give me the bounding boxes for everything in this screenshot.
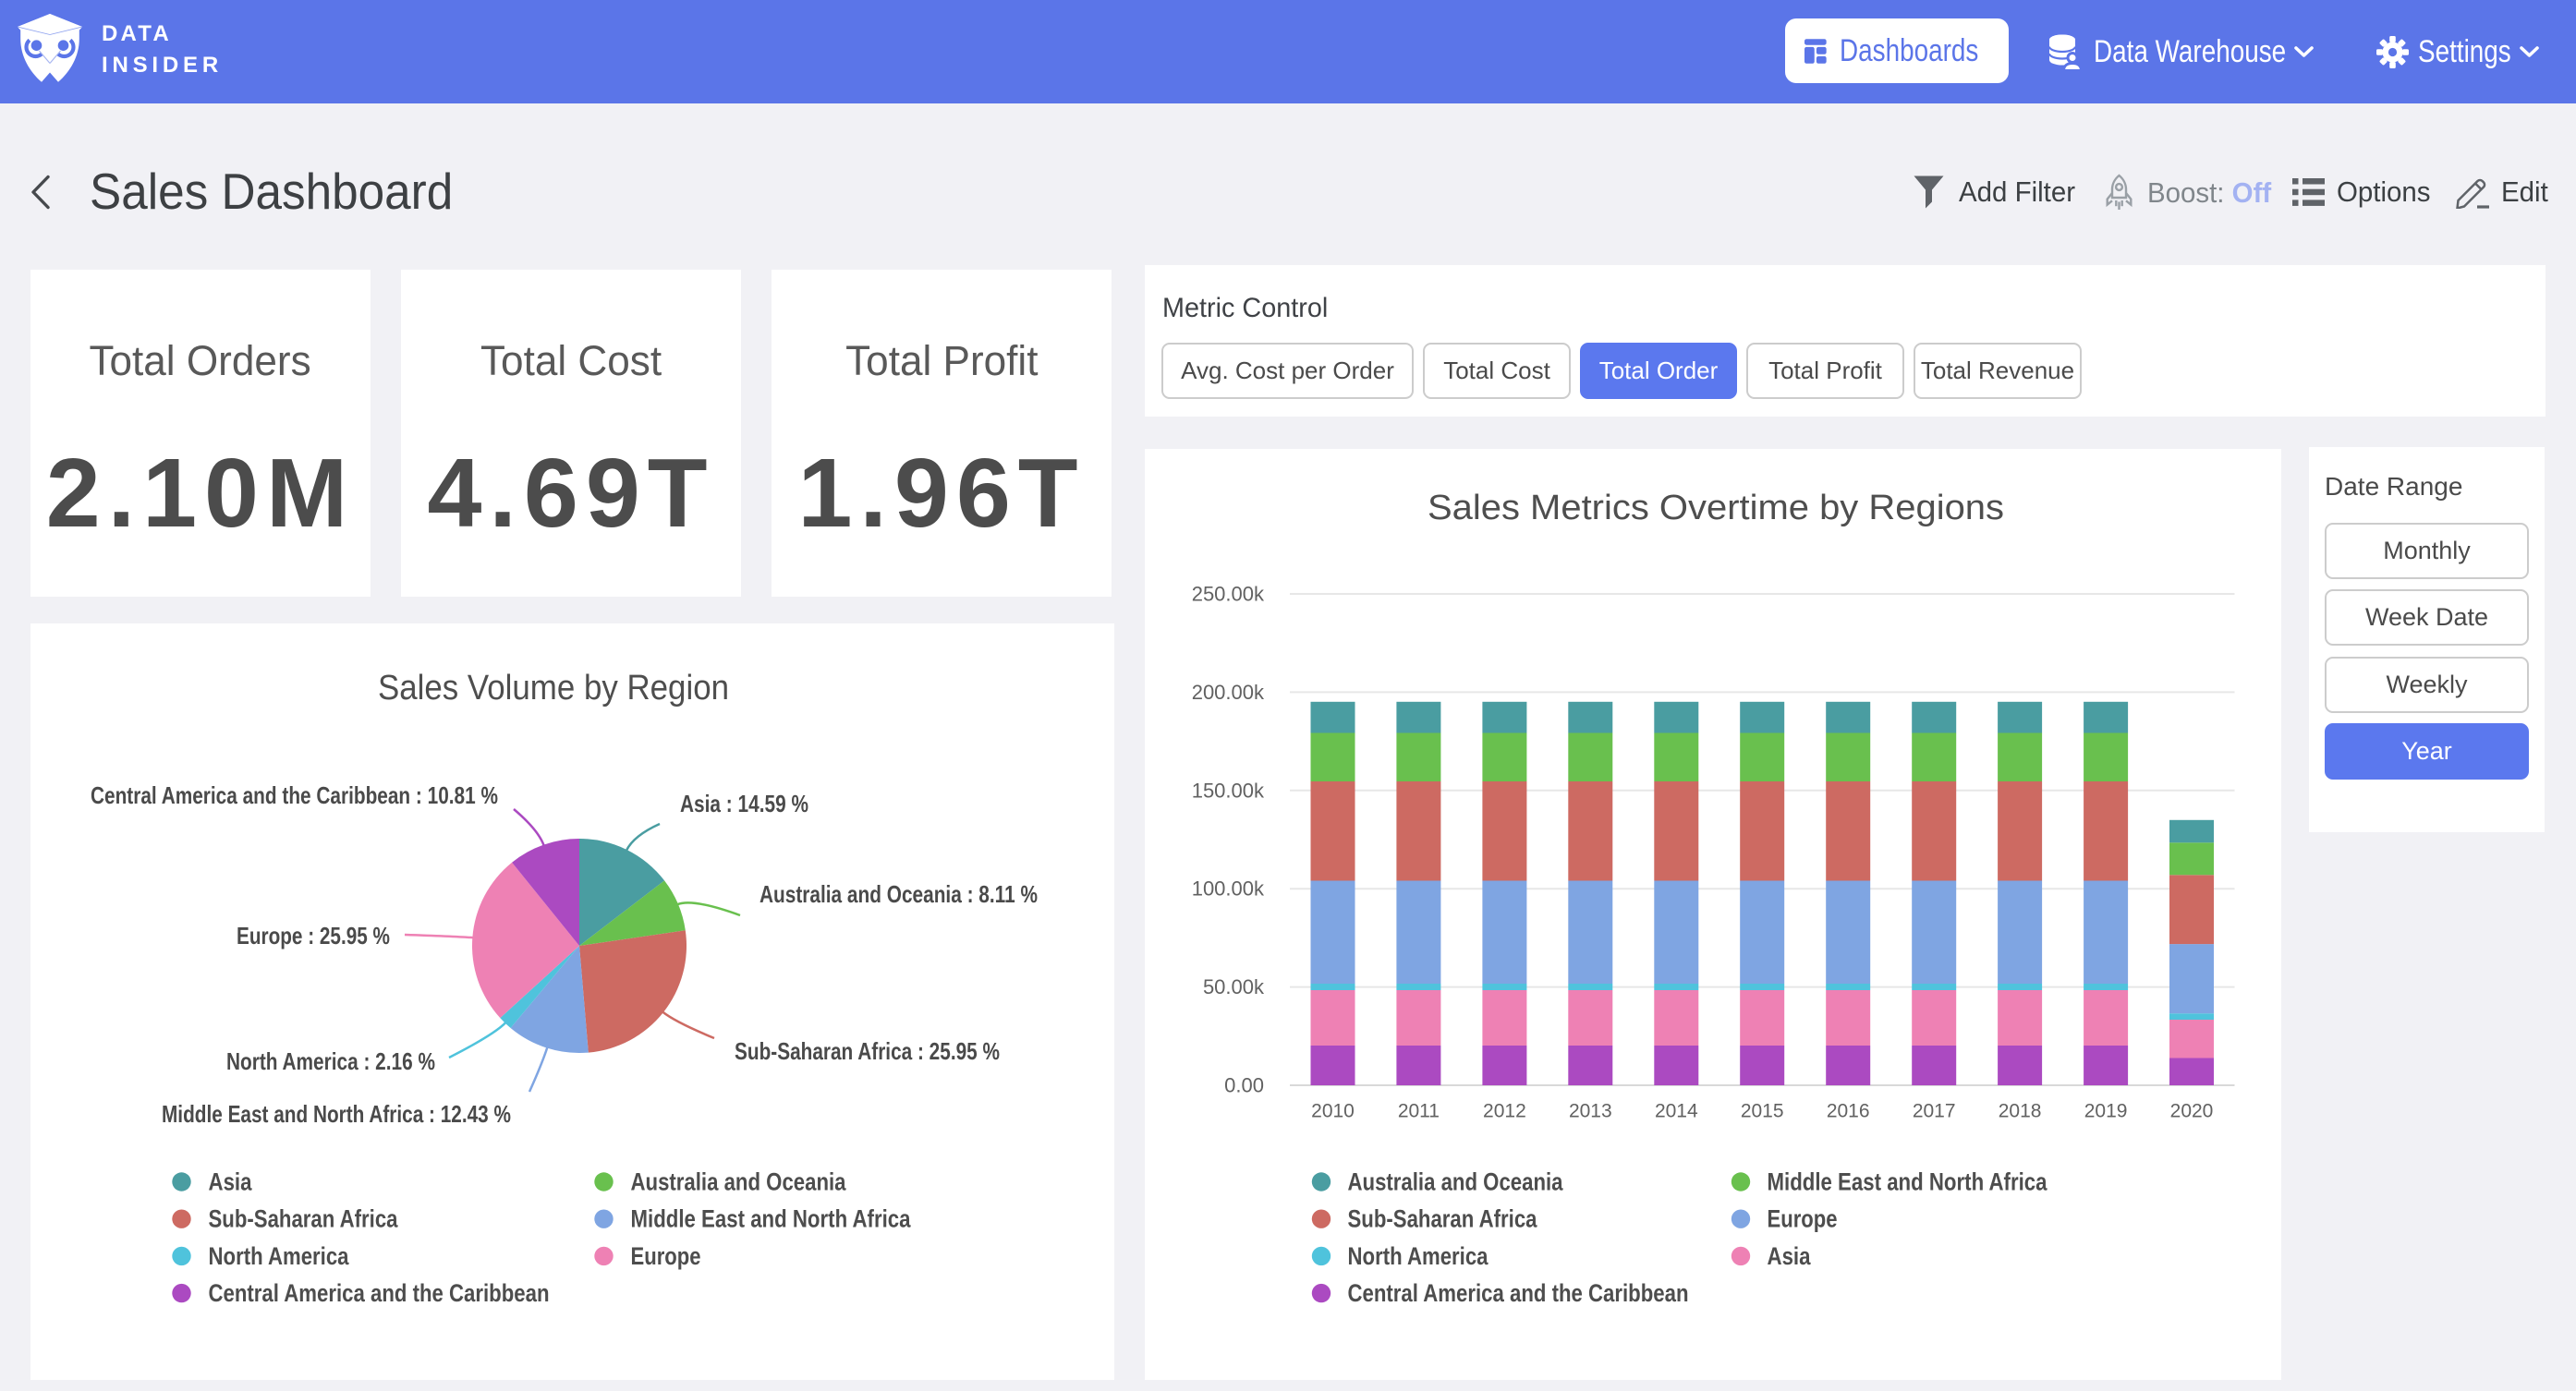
svg-text:Central America and the Caribb: Central America and the Caribbean : 10.8… xyxy=(91,781,498,809)
svg-text:2020: 2020 xyxy=(2170,1101,2214,1122)
svg-text:Asia : 14.59 %: Asia : 14.59 % xyxy=(680,790,808,817)
svg-text:Sales Metrics Overtime by Regi: Sales Metrics Overtime by Regions xyxy=(1428,489,2004,527)
svg-text:Central America and the Caribb: Central America and the Caribbean xyxy=(209,1279,550,1307)
svg-text:North America : 2.16 %: North America : 2.16 % xyxy=(226,1047,435,1075)
svg-text:2010: 2010 xyxy=(1311,1101,1355,1122)
svg-text:2011: 2011 xyxy=(1398,1101,1440,1122)
svg-text:North America: North America xyxy=(1348,1242,1489,1270)
svg-text:Asia: Asia xyxy=(209,1168,253,1196)
svg-text:50.00k: 50.00k xyxy=(1203,975,1265,998)
svg-text:Europe: Europe xyxy=(631,1242,701,1270)
svg-text:2019: 2019 xyxy=(2084,1101,2128,1122)
svg-text:250.00k: 250.00k xyxy=(1192,583,1265,606)
svg-text:2013: 2013 xyxy=(1569,1101,1612,1122)
svg-text:200.00k: 200.00k xyxy=(1192,681,1265,704)
svg-text:Sub-Saharan Africa : 25.95 %: Sub-Saharan Africa : 25.95 % xyxy=(735,1037,1000,1065)
svg-text:North America: North America xyxy=(209,1242,350,1270)
svg-text:Middle East and North Africa: Middle East and North Africa xyxy=(1768,1168,2048,1196)
svg-text:2018: 2018 xyxy=(1999,1101,2042,1122)
svg-text:2014: 2014 xyxy=(1655,1101,1698,1122)
svg-text:2012: 2012 xyxy=(1483,1101,1526,1122)
svg-text:Sales Volume by Region: Sales Volume by Region xyxy=(378,669,729,708)
svg-text:Australia and Oceania: Australia and Oceania xyxy=(1348,1168,1564,1196)
svg-text:Europe: Europe xyxy=(1768,1205,1838,1233)
svg-text:Middle East and North Africa :: Middle East and North Africa : 12.43 % xyxy=(162,1100,511,1128)
svg-text:Middle East and North Africa: Middle East and North Africa xyxy=(631,1205,912,1233)
svg-text:2017: 2017 xyxy=(1913,1101,1956,1122)
svg-text:150.00k: 150.00k xyxy=(1192,779,1265,802)
svg-text:Europe : 25.95 %: Europe : 25.95 % xyxy=(237,922,390,950)
svg-text:0.00: 0.00 xyxy=(1224,1074,1264,1097)
svg-text:Australia and Oceania: Australia and Oceania xyxy=(631,1168,847,1196)
svg-text:Australia and Oceania : 8.11 %: Australia and Oceania : 8.11 % xyxy=(759,880,1038,908)
svg-text:100.00k: 100.00k xyxy=(1192,877,1265,901)
svg-text:2015: 2015 xyxy=(1741,1101,1784,1122)
svg-text:2016: 2016 xyxy=(1827,1101,1870,1122)
svg-text:Central America and the Caribb: Central America and the Caribbean xyxy=(1348,1279,1689,1307)
svg-text:Sub-Saharan Africa: Sub-Saharan Africa xyxy=(1348,1205,1538,1233)
svg-text:Sub-Saharan Africa: Sub-Saharan Africa xyxy=(209,1205,399,1233)
svg-text:Asia: Asia xyxy=(1768,1242,1812,1270)
